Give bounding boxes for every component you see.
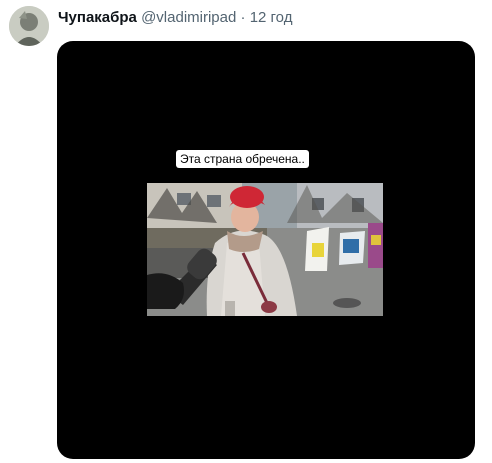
tweet-header: Чупакабра @vladimiripad · 12 год bbox=[58, 9, 292, 27]
author-name[interactable]: Чупакабра bbox=[58, 9, 137, 26]
author-handle[interactable]: @vladimiripad bbox=[141, 9, 236, 26]
avatar-image bbox=[9, 6, 49, 46]
video-frame-image bbox=[147, 183, 383, 316]
avatar[interactable] bbox=[9, 6, 49, 46]
header-separator: · bbox=[240, 9, 246, 26]
tweet-time[interactable]: 12 год bbox=[250, 9, 293, 26]
video-frame[interactable] bbox=[147, 183, 383, 316]
video-caption: Эта страна обречена.. bbox=[176, 150, 309, 168]
